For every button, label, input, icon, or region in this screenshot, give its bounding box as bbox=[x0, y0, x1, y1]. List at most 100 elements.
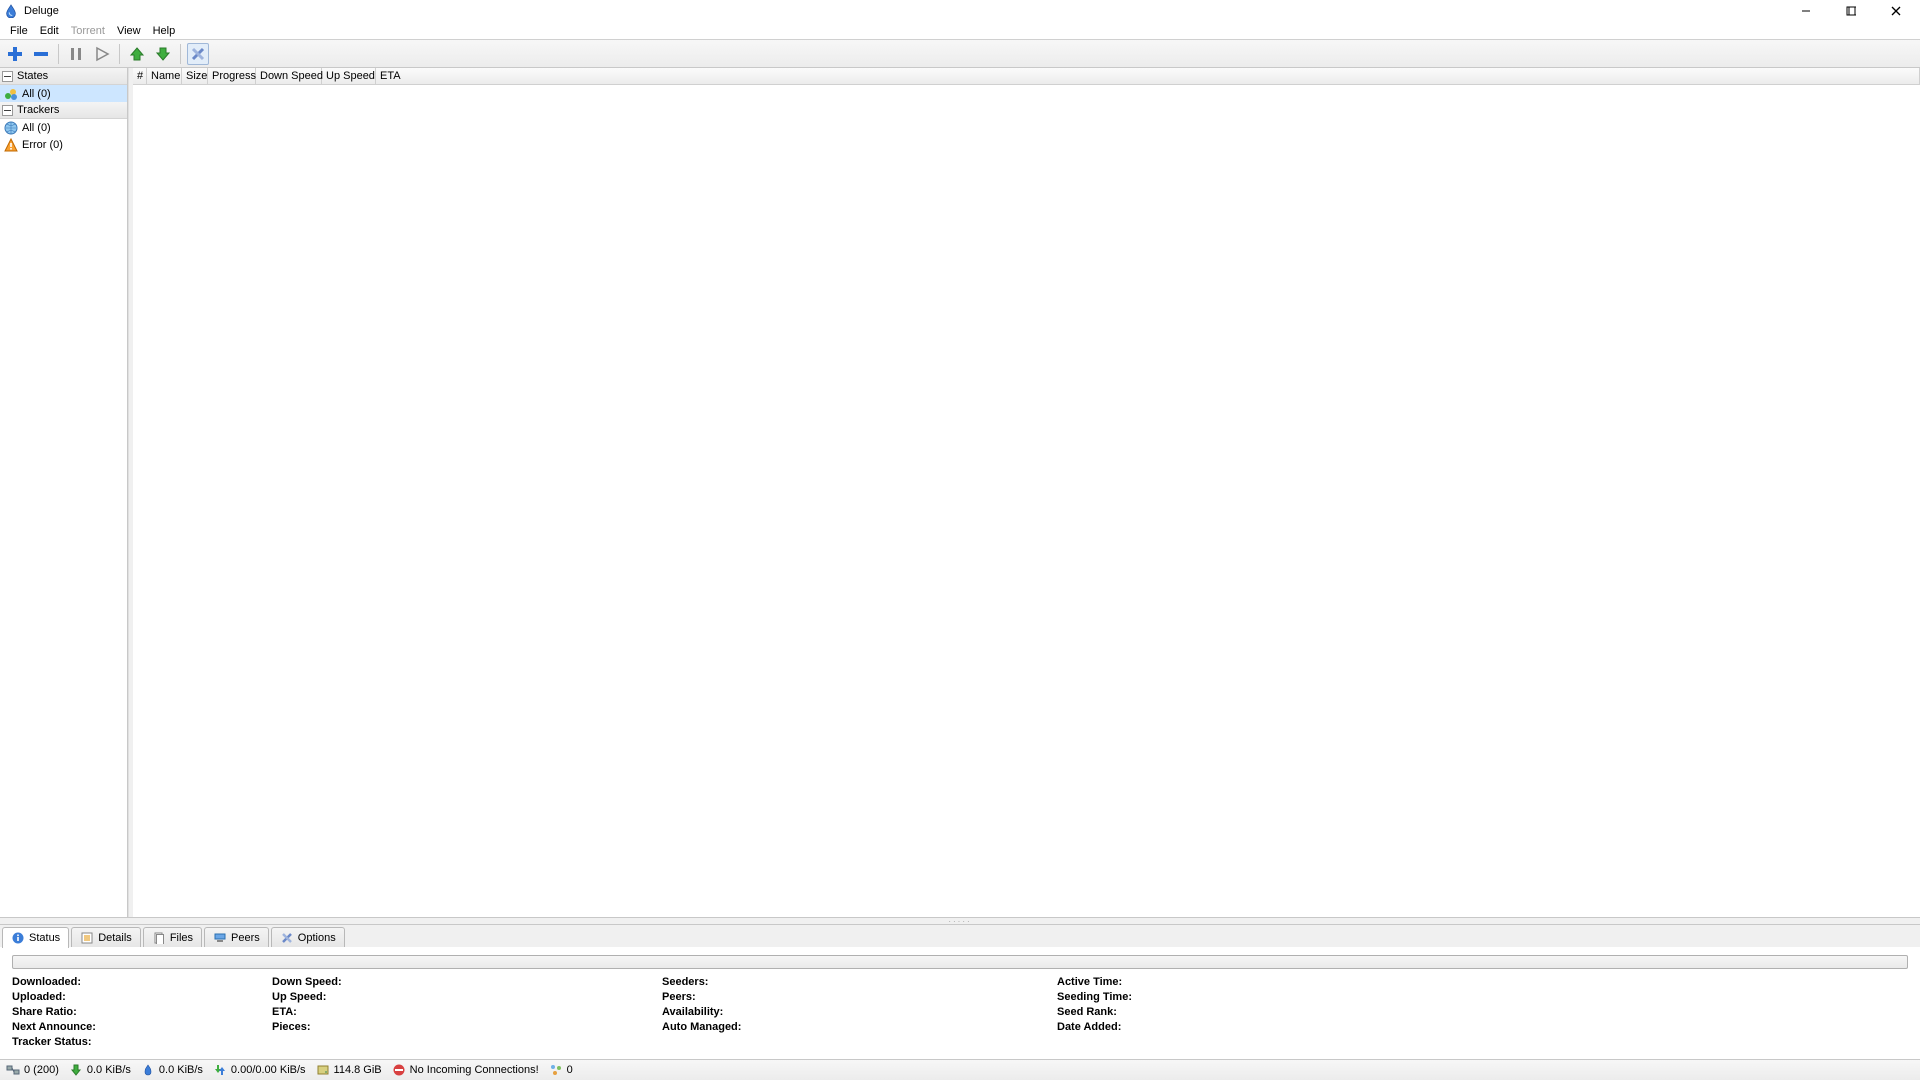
minimize-button[interactable] bbox=[1783, 0, 1828, 22]
close-button[interactable] bbox=[1873, 0, 1918, 22]
sb-disk-text: 114.8 GiB bbox=[334, 1064, 382, 1076]
minimize-icon bbox=[1801, 6, 1811, 16]
sb-connections-text: 0 (200) bbox=[24, 1064, 59, 1076]
toolbar-separator bbox=[180, 44, 181, 64]
tab-files-label: Files bbox=[170, 932, 193, 944]
lbl-seeders: Seeders: bbox=[662, 975, 1057, 989]
toolbar-separator bbox=[58, 44, 59, 64]
queue-down-button[interactable] bbox=[152, 43, 174, 65]
lbl-seeding-time: Seeding Time: bbox=[1057, 990, 1908, 1004]
add-torrent-button[interactable] bbox=[4, 43, 26, 65]
dht-icon bbox=[549, 1063, 563, 1077]
progress-bar bbox=[12, 955, 1908, 969]
remove-torrent-button[interactable] bbox=[30, 43, 52, 65]
sb-dht-text: 0 bbox=[567, 1064, 573, 1076]
col-down-speed[interactable]: Down Speed bbox=[256, 68, 322, 84]
resume-button[interactable] bbox=[91, 43, 113, 65]
minus-icon bbox=[32, 45, 50, 63]
column-headers: # Name Size Progress Down Speed Up Speed… bbox=[133, 68, 1920, 85]
sidebar-trackers-all[interactable]: All (0) bbox=[0, 119, 127, 136]
col-up-speed[interactable]: Up Speed bbox=[322, 68, 376, 84]
sb-download-speed[interactable]: 0.0 KiB/s bbox=[69, 1063, 131, 1077]
disk-icon bbox=[316, 1063, 330, 1077]
plus-icon bbox=[6, 45, 24, 63]
no-entry-icon bbox=[392, 1063, 406, 1077]
titlebar-left: Deluge bbox=[4, 4, 59, 18]
sidebar-states-header[interactable]: States bbox=[0, 68, 127, 85]
col-name[interactable]: Name bbox=[147, 68, 182, 84]
sidebar-trackers-error[interactable]: Error (0) bbox=[0, 136, 127, 153]
window: Deluge File Edit Torrent View Help bbox=[0, 0, 1920, 1080]
lbl-pieces: Pieces: bbox=[272, 1020, 662, 1034]
sidebar-states-label: States bbox=[17, 70, 48, 82]
maximize-icon bbox=[1846, 6, 1856, 16]
download-icon bbox=[69, 1063, 83, 1077]
lbl-eta: ETA: bbox=[272, 1005, 662, 1019]
play-icon bbox=[94, 46, 110, 62]
sidebar-states-all-label: All (0) bbox=[22, 88, 51, 100]
globe-icon bbox=[4, 121, 18, 135]
sb-dht-nodes[interactable]: 0 bbox=[549, 1063, 573, 1077]
tab-files[interactable]: Files bbox=[143, 927, 202, 947]
menu-edit[interactable]: Edit bbox=[34, 24, 65, 38]
maximize-button[interactable] bbox=[1828, 0, 1873, 22]
menu-file[interactable]: File bbox=[4, 24, 34, 38]
collapse-icon[interactable] bbox=[2, 105, 13, 116]
toolbar-separator bbox=[119, 44, 120, 64]
sidebar-states-all[interactable]: All (0) bbox=[0, 85, 127, 102]
preferences-button[interactable] bbox=[187, 43, 209, 65]
pause-button[interactable] bbox=[65, 43, 87, 65]
sb-health-warning[interactable]: No Incoming Connections! bbox=[392, 1063, 539, 1077]
sb-warning-text: No Incoming Connections! bbox=[410, 1064, 539, 1076]
tab-peers[interactable]: Peers bbox=[204, 927, 269, 947]
statusbar: 0 (200) 0.0 KiB/s 0.0 KiB/s 0.00/0.00 Ki… bbox=[0, 1059, 1920, 1080]
options-icon bbox=[280, 931, 294, 945]
lbl-uploaded: Uploaded: bbox=[12, 990, 272, 1004]
toolbar bbox=[0, 40, 1920, 68]
tab-status[interactable]: Status bbox=[2, 927, 69, 948]
warning-icon bbox=[4, 138, 18, 152]
col-eta[interactable]: ETA bbox=[376, 68, 1920, 84]
sb-upload-speed[interactable]: 0.0 KiB/s bbox=[141, 1063, 203, 1077]
menubar: File Edit Torrent View Help bbox=[0, 22, 1920, 40]
sb-down-text: 0.0 KiB/s bbox=[87, 1064, 131, 1076]
middle-region: States All (0) Trackers All (0) bbox=[0, 68, 1920, 918]
traffic-icon bbox=[213, 1063, 227, 1077]
sb-protocol-traffic[interactable]: 0.00/0.00 KiB/s bbox=[213, 1063, 306, 1077]
tab-options-label: Options bbox=[298, 932, 336, 944]
peers-icon bbox=[213, 931, 227, 945]
details-panel: Status Details Files Peers Options Do bbox=[0, 924, 1920, 1059]
status-pane: Downloaded: Down Speed: Seeders: Active … bbox=[0, 947, 1920, 1059]
tab-options[interactable]: Options bbox=[271, 927, 345, 947]
lbl-auto-managed: Auto Managed: bbox=[662, 1020, 1057, 1034]
sb-protocol-text: 0.00/0.00 KiB/s bbox=[231, 1064, 306, 1076]
details-tabs: Status Details Files Peers Options bbox=[0, 925, 1920, 947]
menu-view[interactable]: View bbox=[111, 24, 147, 38]
lbl-tracker-status: Tracker Status: bbox=[12, 1035, 272, 1049]
col-size[interactable]: Size bbox=[182, 68, 208, 84]
lbl-peers: Peers: bbox=[662, 990, 1057, 1004]
col-num[interactable]: # bbox=[133, 68, 147, 84]
window-title: Deluge bbox=[24, 5, 59, 17]
app-icon bbox=[4, 4, 18, 18]
all-icon bbox=[4, 87, 18, 101]
sidebar-trackers-header[interactable]: Trackers bbox=[0, 102, 127, 119]
files-icon bbox=[152, 931, 166, 945]
menu-help[interactable]: Help bbox=[147, 24, 182, 38]
titlebar: Deluge bbox=[0, 0, 1920, 22]
tab-details-label: Details bbox=[98, 932, 132, 944]
collapse-icon[interactable] bbox=[2, 71, 13, 82]
sb-connections[interactable]: 0 (200) bbox=[6, 1063, 59, 1077]
col-progress[interactable]: Progress bbox=[208, 68, 256, 84]
upload-icon bbox=[141, 1063, 155, 1077]
sb-up-text: 0.0 KiB/s bbox=[159, 1064, 203, 1076]
sb-disk-space[interactable]: 114.8 GiB bbox=[316, 1063, 382, 1077]
tab-status-label: Status bbox=[29, 932, 60, 944]
lbl-date-added: Date Added: bbox=[1057, 1020, 1908, 1034]
tab-details[interactable]: Details bbox=[71, 927, 141, 947]
torrent-list: # Name Size Progress Down Speed Up Speed… bbox=[133, 68, 1920, 917]
queue-up-button[interactable] bbox=[126, 43, 148, 65]
down-arrow-icon bbox=[155, 46, 171, 62]
torrent-list-body[interactable] bbox=[133, 85, 1920, 917]
details-icon bbox=[80, 931, 94, 945]
